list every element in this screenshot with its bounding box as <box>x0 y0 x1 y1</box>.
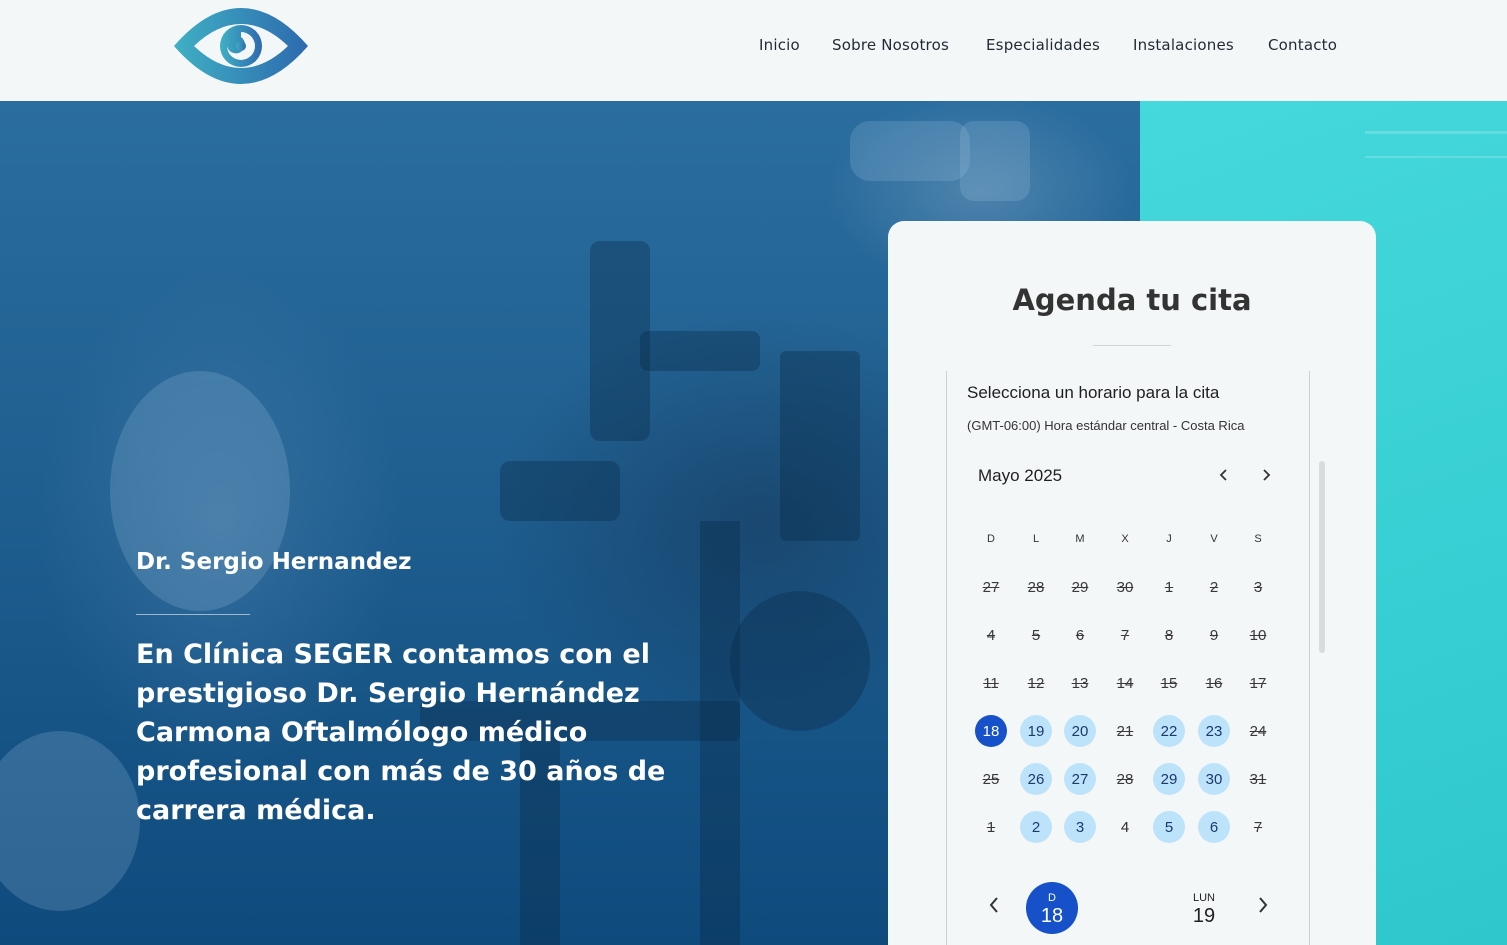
booking-divider <box>1093 345 1171 346</box>
strip-day-number: 19 <box>1192 905 1216 927</box>
chevron-right-icon <box>1263 469 1271 481</box>
calendar-day: 16 <box>1205 674 1223 692</box>
calendar-day: 8 <box>1164 626 1174 644</box>
calendar-day: 10 <box>1249 626 1267 644</box>
calendar-day: 28 <box>1027 578 1045 596</box>
nav-sobre-nosotros[interactable]: Sobre Nosotros <box>832 36 949 54</box>
nav-instalaciones[interactable]: Instalaciones <box>1133 36 1234 54</box>
weekday-header: D <box>987 533 995 545</box>
weekday-header: J <box>1166 533 1172 545</box>
strip-day[interactable]: LUN 19 <box>1178 882 1230 934</box>
calendar-day: 24 <box>1249 722 1267 740</box>
calendar-day[interactable]: 5 <box>1153 811 1185 843</box>
calendar-day: 27 <box>982 578 1000 596</box>
weekday-header: L <box>1032 533 1040 545</box>
calendar-day: 29 <box>1071 578 1089 596</box>
calendar-day[interactable]: 3 <box>1064 811 1096 843</box>
calendar-day: 2 <box>1209 578 1219 596</box>
strip-day-selected[interactable]: D 18 <box>1026 882 1078 934</box>
nav-especialidades[interactable]: Especialidades <box>986 36 1100 54</box>
strip-prev-button[interactable] <box>982 891 1006 919</box>
calendar-day: 15 <box>1160 674 1178 692</box>
calendar-day: 30 <box>1116 578 1134 596</box>
calendar-day[interactable]: 30 <box>1198 763 1230 795</box>
calendar-day: 1 <box>1164 578 1174 596</box>
calendar-day: 12 <box>1027 674 1045 692</box>
timezone-selector[interactable]: (GMT-06:00) Hora estándar central - Cost… <box>967 418 1244 433</box>
widget-scrollbar[interactable] <box>1319 461 1325 653</box>
calendar-day: 14 <box>1116 674 1134 692</box>
calendar-month: Mayo 2025 <box>978 466 1063 485</box>
weekday-header: S <box>1254 533 1262 545</box>
calendar-day: 5 <box>1031 626 1041 644</box>
calendar-day[interactable]: 26 <box>1020 763 1052 795</box>
calendar-day: 9 <box>1209 626 1219 644</box>
prev-month-button[interactable] <box>1212 463 1236 487</box>
calendar-day: 25 <box>982 770 1000 788</box>
calendar-day[interactable]: 2 <box>1020 811 1052 843</box>
next-month-button[interactable] <box>1254 463 1278 487</box>
strip-day-dow: D <box>1048 892 1056 904</box>
doctor-description: En Clínica SEGER contamos con el prestig… <box>136 639 666 826</box>
calendar-day: 3 <box>1253 578 1263 596</box>
doctor-name: Dr. Sergio Hernandez <box>136 549 412 575</box>
calendar-day: 28 <box>1116 770 1134 788</box>
calendar-day: 17 <box>1249 674 1267 692</box>
booking-title: Agenda tu cita <box>1012 283 1252 317</box>
site-header: Inicio Sobre Nosotros Especialidades Ins… <box>0 0 1507 101</box>
calendar-day[interactable]: 27 <box>1064 763 1096 795</box>
calendar-day: 11 <box>983 674 999 692</box>
calendar-day: 7 <box>1253 818 1263 836</box>
strip-day-number: 18 <box>1040 905 1064 927</box>
calendar-day[interactable]: 29 <box>1153 763 1185 795</box>
decor-line <box>1365 156 1507 158</box>
calendar-day: 6 <box>1075 626 1085 644</box>
appointment-widget: Selecciona un horario para la cita (GMT-… <box>946 371 1325 945</box>
calendar-day: 4 <box>986 626 996 644</box>
widget-heading: Selecciona un horario para la cita <box>967 383 1220 402</box>
chevron-left-icon <box>989 897 998 913</box>
chevron-right-icon <box>1259 897 1268 913</box>
hero-divider <box>136 614 250 615</box>
calendar-day[interactable]: 20 <box>1064 715 1096 747</box>
calendar-day: 7 <box>1120 626 1130 644</box>
strip-next-button[interactable] <box>1251 891 1275 919</box>
calendar-day[interactable]: 6 <box>1198 811 1230 843</box>
calendar-day: 1 <box>986 818 996 836</box>
nav-contacto[interactable]: Contacto <box>1268 36 1337 54</box>
decor-line <box>1365 131 1507 134</box>
main-nav: Inicio Sobre Nosotros Especialidades Ins… <box>0 36 1507 56</box>
chevron-left-icon <box>1219 469 1227 481</box>
strip-day-dow: LUN <box>1192 892 1215 904</box>
calendar-day[interactable]: 23 <box>1198 715 1230 747</box>
nav-inicio[interactable]: Inicio <box>759 36 800 54</box>
calendar-day[interactable]: 22 <box>1153 715 1185 747</box>
calendar-day: 13 <box>1071 674 1089 692</box>
calendar-day-selected[interactable]: 18 <box>975 715 1007 747</box>
weekday-header: M <box>1075 533 1085 545</box>
calendar-day: 4 <box>1120 818 1130 836</box>
calendar-day: 21 <box>1116 722 1134 740</box>
weekday-header: V <box>1210 533 1218 545</box>
calendar-day[interactable]: 19 <box>1020 715 1052 747</box>
calendar-day: 31 <box>1249 770 1267 788</box>
weekday-header: X <box>1121 533 1129 545</box>
